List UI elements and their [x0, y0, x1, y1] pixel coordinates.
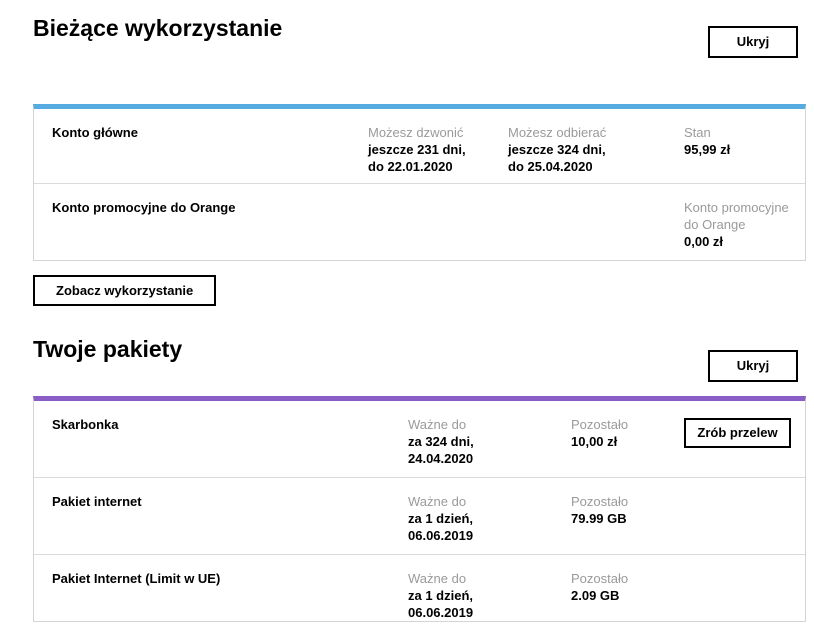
- valid-until-days: za 324 dni,: [408, 433, 557, 450]
- remaining-cell: Pozostało 10,00 zł: [571, 416, 684, 477]
- valid-until-date: 24.04.2020: [408, 450, 557, 467]
- table-row-pakiet-internet: Pakiet internet Ważne do za 1 dzień, 06.…: [34, 478, 805, 555]
- balance-cell: Stan 95,99 zł: [684, 124, 805, 183]
- empty-cell: [684, 570, 805, 621]
- action-cell: Zrób przelew: [684, 416, 807, 477]
- table-row-skarbonka: Skarbonka Ważne do za 324 dni, 24.04.202…: [34, 401, 805, 478]
- can-call-date: do 22.01.2020: [368, 158, 494, 175]
- promo-balance-cell: Konto promocyjne do Orange 0,00 zł: [684, 199, 805, 260]
- current-usage-table: Konto główne Możesz dzwonić jeszcze 231 …: [33, 104, 806, 261]
- valid-until-cell: Ważne do za 324 dni, 24.04.2020: [408, 416, 571, 477]
- remaining-value: 2.09 GB: [571, 587, 670, 604]
- package-name: Pakiet internet: [34, 493, 408, 554]
- table-row-konto-promocyjne: Konto promocyjne do Orange Konto promocy…: [34, 184, 805, 260]
- current-usage-title: Bieżące wykorzystanie: [33, 12, 282, 45]
- valid-until-cell: Ważne do za 1 dzień, 06.06.2019: [408, 570, 571, 621]
- remaining-cell: Pozostało 2.09 GB: [571, 570, 684, 621]
- can-receive-date: do 25.04.2020: [508, 158, 670, 175]
- empty-cell: [508, 199, 684, 260]
- can-call-label: Możesz dzwonić: [368, 124, 494, 141]
- remaining-label: Pozostało: [571, 416, 670, 433]
- promo-balance-label: Konto promocyjne do Orange: [684, 199, 791, 233]
- packages-table: Skarbonka Ważne do za 324 dni, 24.04.202…: [33, 396, 806, 622]
- valid-until-date: 06.06.2019: [408, 604, 557, 621]
- valid-until-label: Ważne do: [408, 570, 557, 587]
- hide-current-usage-button[interactable]: Ukryj: [708, 26, 798, 58]
- promo-balance-value: 0,00 zł: [684, 233, 791, 250]
- package-name: Pakiet Internet (Limit w UE): [34, 570, 408, 621]
- remaining-value: 79.99 GB: [571, 510, 670, 527]
- balance-label: Stan: [684, 124, 791, 141]
- valid-until-days: za 1 dzień,: [408, 510, 557, 527]
- account-name: Konto główne: [34, 124, 368, 183]
- remaining-cell: Pozostało 79.99 GB: [571, 493, 684, 554]
- valid-until-label: Ważne do: [408, 493, 557, 510]
- current-usage-section-header: Bieżące wykorzystanie Ukryj: [33, 0, 798, 58]
- valid-until-label: Ważne do: [408, 416, 557, 433]
- make-transfer-button[interactable]: Zrób przelew: [684, 418, 791, 448]
- table-row-pakiet-internet-ue: Pakiet Internet (Limit w UE) Ważne do za…: [34, 555, 805, 621]
- remaining-value: 10,00 zł: [571, 433, 670, 450]
- balance-value: 95,99 zł: [684, 141, 791, 158]
- remaining-label: Pozostało: [571, 493, 670, 510]
- remaining-label: Pozostało: [571, 570, 670, 587]
- can-receive-label: Możesz odbierać: [508, 124, 670, 141]
- can-call-days: jeszcze 231 dni,: [368, 141, 494, 158]
- package-name: Skarbonka: [34, 416, 408, 477]
- valid-until-days: za 1 dzień,: [408, 587, 557, 604]
- packages-title: Twoje pakiety: [33, 333, 182, 366]
- can-receive-cell: Możesz odbierać jeszcze 324 dni, do 25.0…: [508, 124, 684, 183]
- empty-cell: [368, 199, 508, 260]
- hide-packages-button[interactable]: Ukryj: [708, 350, 798, 382]
- valid-until-cell: Ważne do za 1 dzień, 06.06.2019: [408, 493, 571, 554]
- table-row-konto-glowne: Konto główne Możesz dzwonić jeszcze 231 …: [34, 109, 805, 184]
- valid-until-date: 06.06.2019: [408, 527, 557, 544]
- packages-section-header: Twoje pakiety Ukryj: [33, 333, 798, 382]
- can-receive-days: jeszcze 324 dni,: [508, 141, 670, 158]
- see-usage-button[interactable]: Zobacz wykorzystanie: [33, 275, 216, 306]
- can-call-cell: Możesz dzwonić jeszcze 231 dni, do 22.01…: [368, 124, 508, 183]
- account-usage-page: Bieżące wykorzystanie Ukryj Konto główne…: [0, 0, 806, 622]
- empty-cell: [684, 493, 805, 554]
- account-name: Konto promocyjne do Orange: [34, 199, 368, 260]
